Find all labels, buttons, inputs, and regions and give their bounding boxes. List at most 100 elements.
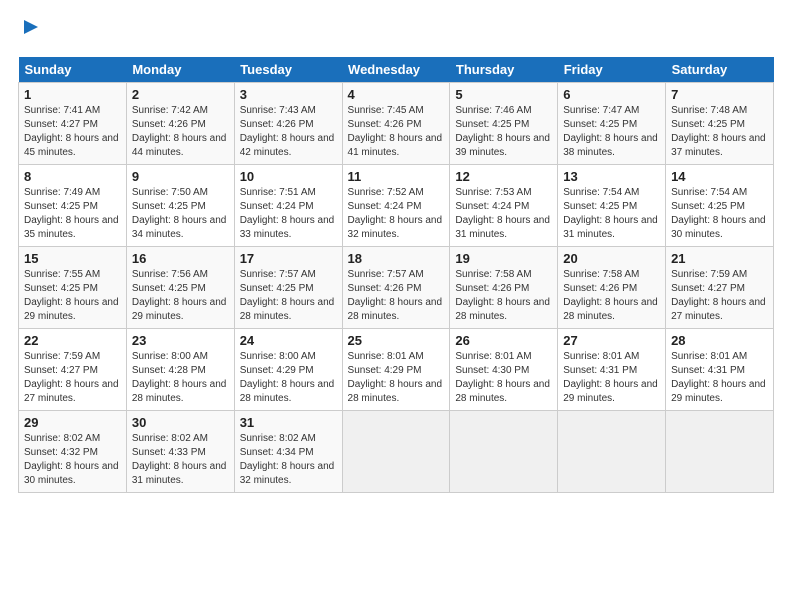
table-row: 4 Sunrise: 7:45 AMSunset: 4:26 PMDayligh… [342,82,450,164]
day-info: Sunrise: 8:00 AMSunset: 4:28 PMDaylight:… [132,351,227,404]
table-row: 25 Sunrise: 8:01 AMSunset: 4:29 PMDaylig… [342,328,450,410]
logo [18,18,42,45]
table-row: 3 Sunrise: 7:43 AMSunset: 4:26 PMDayligh… [234,82,342,164]
week-row: 1 Sunrise: 7:41 AMSunset: 4:27 PMDayligh… [19,82,774,164]
day-number: 1 [24,87,121,102]
table-row: 22 Sunrise: 7:59 AMSunset: 4:27 PMDaylig… [19,328,127,410]
table-row [450,410,558,492]
table-row: 29 Sunrise: 8:02 AMSunset: 4:32 PMDaylig… [19,410,127,492]
table-row: 14 Sunrise: 7:54 AMSunset: 4:25 PMDaylig… [666,164,774,246]
day-number: 31 [240,415,337,430]
day-info: Sunrise: 7:41 AMSunset: 4:27 PMDaylight:… [24,105,119,158]
table-row: 30 Sunrise: 8:02 AMSunset: 4:33 PMDaylig… [126,410,234,492]
day-number: 9 [132,169,229,184]
day-number: 15 [24,251,121,266]
day-info: Sunrise: 7:53 AMSunset: 4:24 PMDaylight:… [455,187,550,240]
day-number: 3 [240,87,337,102]
week-row: 22 Sunrise: 7:59 AMSunset: 4:27 PMDaylig… [19,328,774,410]
table-row: 15 Sunrise: 7:55 AMSunset: 4:25 PMDaylig… [19,246,127,328]
day-number: 18 [348,251,445,266]
day-number: 16 [132,251,229,266]
table-row: 5 Sunrise: 7:46 AMSunset: 4:25 PMDayligh… [450,82,558,164]
page: Sunday Monday Tuesday Wednesday Thursday… [0,0,792,503]
day-info: Sunrise: 7:59 AMSunset: 4:27 PMDaylight:… [671,269,766,322]
table-row: 11 Sunrise: 7:52 AMSunset: 4:24 PMDaylig… [342,164,450,246]
day-number: 24 [240,333,337,348]
day-number: 2 [132,87,229,102]
day-info: Sunrise: 7:58 AMSunset: 4:26 PMDaylight:… [455,269,550,322]
day-number: 29 [24,415,121,430]
table-row: 27 Sunrise: 8:01 AMSunset: 4:31 PMDaylig… [558,328,666,410]
day-info: Sunrise: 8:00 AMSunset: 4:29 PMDaylight:… [240,351,335,404]
day-info: Sunrise: 7:57 AMSunset: 4:26 PMDaylight:… [348,269,443,322]
day-number: 17 [240,251,337,266]
table-row: 2 Sunrise: 7:42 AMSunset: 4:26 PMDayligh… [126,82,234,164]
day-number: 10 [240,169,337,184]
day-info: Sunrise: 7:49 AMSunset: 4:25 PMDaylight:… [24,187,119,240]
table-row: 21 Sunrise: 7:59 AMSunset: 4:27 PMDaylig… [666,246,774,328]
day-number: 11 [348,169,445,184]
table-row: 17 Sunrise: 7:57 AMSunset: 4:25 PMDaylig… [234,246,342,328]
day-number: 7 [671,87,768,102]
col-monday: Monday [126,57,234,83]
day-info: Sunrise: 8:01 AMSunset: 4:31 PMDaylight:… [671,351,766,404]
day-info: Sunrise: 7:46 AMSunset: 4:25 PMDaylight:… [455,105,550,158]
table-row: 13 Sunrise: 7:54 AMSunset: 4:25 PMDaylig… [558,164,666,246]
day-number: 28 [671,333,768,348]
day-info: Sunrise: 7:51 AMSunset: 4:24 PMDaylight:… [240,187,335,240]
table-row: 10 Sunrise: 7:51 AMSunset: 4:24 PMDaylig… [234,164,342,246]
table-row: 31 Sunrise: 8:02 AMSunset: 4:34 PMDaylig… [234,410,342,492]
col-thursday: Thursday [450,57,558,83]
day-info: Sunrise: 7:56 AMSunset: 4:25 PMDaylight:… [132,269,227,322]
col-saturday: Saturday [666,57,774,83]
day-number: 12 [455,169,552,184]
day-info: Sunrise: 7:54 AMSunset: 4:25 PMDaylight:… [671,187,766,240]
day-info: Sunrise: 7:50 AMSunset: 4:25 PMDaylight:… [132,187,227,240]
day-number: 14 [671,169,768,184]
day-number: 27 [563,333,660,348]
table-row [558,410,666,492]
header [18,18,774,45]
day-number: 22 [24,333,121,348]
day-number: 20 [563,251,660,266]
col-sunday: Sunday [19,57,127,83]
day-info: Sunrise: 8:02 AMSunset: 4:34 PMDaylight:… [240,433,335,486]
col-wednesday: Wednesday [342,57,450,83]
table-row: 7 Sunrise: 7:48 AMSunset: 4:25 PMDayligh… [666,82,774,164]
day-number: 8 [24,169,121,184]
day-info: Sunrise: 7:42 AMSunset: 4:26 PMDaylight:… [132,105,227,158]
table-row: 28 Sunrise: 8:01 AMSunset: 4:31 PMDaylig… [666,328,774,410]
day-number: 25 [348,333,445,348]
table-row: 26 Sunrise: 8:01 AMSunset: 4:30 PMDaylig… [450,328,558,410]
day-number: 4 [348,87,445,102]
week-row: 15 Sunrise: 7:55 AMSunset: 4:25 PMDaylig… [19,246,774,328]
day-info: Sunrise: 7:47 AMSunset: 4:25 PMDaylight:… [563,105,658,158]
day-info: Sunrise: 7:55 AMSunset: 4:25 PMDaylight:… [24,269,119,322]
logo-flag-icon [20,18,42,40]
day-info: Sunrise: 7:52 AMSunset: 4:24 PMDaylight:… [348,187,443,240]
day-number: 6 [563,87,660,102]
table-row: 24 Sunrise: 8:00 AMSunset: 4:29 PMDaylig… [234,328,342,410]
table-row [342,410,450,492]
day-number: 30 [132,415,229,430]
day-info: Sunrise: 8:01 AMSunset: 4:29 PMDaylight:… [348,351,443,404]
table-row: 19 Sunrise: 7:58 AMSunset: 4:26 PMDaylig… [450,246,558,328]
day-number: 26 [455,333,552,348]
day-info: Sunrise: 8:02 AMSunset: 4:33 PMDaylight:… [132,433,227,486]
table-row: 16 Sunrise: 7:56 AMSunset: 4:25 PMDaylig… [126,246,234,328]
table-row: 18 Sunrise: 7:57 AMSunset: 4:26 PMDaylig… [342,246,450,328]
day-info: Sunrise: 7:57 AMSunset: 4:25 PMDaylight:… [240,269,335,322]
col-friday: Friday [558,57,666,83]
day-info: Sunrise: 8:02 AMSunset: 4:32 PMDaylight:… [24,433,119,486]
week-row: 29 Sunrise: 8:02 AMSunset: 4:32 PMDaylig… [19,410,774,492]
day-number: 23 [132,333,229,348]
table-row: 12 Sunrise: 7:53 AMSunset: 4:24 PMDaylig… [450,164,558,246]
header-row: Sunday Monday Tuesday Wednesday Thursday… [19,57,774,83]
table-row: 8 Sunrise: 7:49 AMSunset: 4:25 PMDayligh… [19,164,127,246]
day-number: 13 [563,169,660,184]
day-info: Sunrise: 7:43 AMSunset: 4:26 PMDaylight:… [240,105,335,158]
calendar-table: Sunday Monday Tuesday Wednesday Thursday… [18,57,774,493]
day-info: Sunrise: 7:58 AMSunset: 4:26 PMDaylight:… [563,269,658,322]
table-row: 20 Sunrise: 7:58 AMSunset: 4:26 PMDaylig… [558,246,666,328]
week-row: 8 Sunrise: 7:49 AMSunset: 4:25 PMDayligh… [19,164,774,246]
